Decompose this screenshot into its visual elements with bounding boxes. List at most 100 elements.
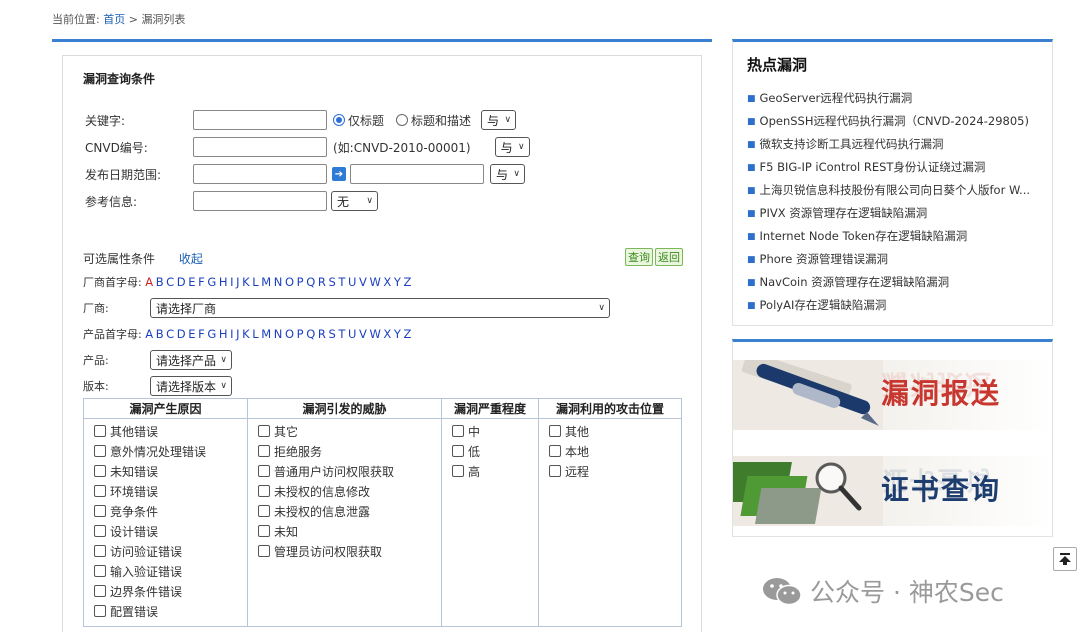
product-select[interactable]: 请选择产品 ∨: [150, 350, 232, 370]
hot-vuln-item[interactable]: ■ F5 BIG-IP iControl REST身份认证绕过漏洞: [747, 156, 1047, 179]
product-letter-m[interactable]: M: [261, 327, 271, 341]
vendor-letter-b[interactable]: B: [156, 275, 164, 289]
vendor-letter-r[interactable]: R: [318, 275, 326, 289]
vendor-letter-g[interactable]: G: [207, 275, 216, 289]
threat-checkbox[interactable]: [258, 485, 270, 497]
vendor-letter-q[interactable]: Q: [306, 275, 315, 289]
cause-option[interactable]: 竞争条件: [94, 501, 247, 521]
hot-vuln-item[interactable]: ■ NavCoin 资源管理存在逻辑缺陷漏洞: [747, 271, 1047, 294]
severity-option[interactable]: 低: [452, 441, 538, 461]
arrow-right-icon[interactable]: ➔: [332, 167, 346, 181]
threat-option[interactable]: 管理员访问权限获取: [258, 541, 441, 561]
cert-banner[interactable]: 证书查询 证书查询: [733, 456, 1052, 526]
cause-checkbox[interactable]: [94, 605, 106, 617]
position-option[interactable]: 本地: [549, 441, 681, 461]
hot-vuln-item[interactable]: ■ 微软支持诊断工具远程代码执行漏洞: [747, 133, 1047, 156]
cause-option[interactable]: 边界条件错误: [94, 581, 247, 601]
hot-vuln-link[interactable]: GeoServer远程代码执行漏洞: [760, 91, 913, 105]
keyword-logic-select[interactable]: 与 ∨: [481, 110, 517, 130]
hot-vuln-item[interactable]: ■ 上海贝锐信息科技股份有限公司向日葵个人版for W...: [747, 179, 1047, 202]
product-letter-r[interactable]: R: [318, 327, 326, 341]
product-letter-z[interactable]: Z: [404, 327, 412, 341]
position-checkbox[interactable]: [549, 445, 561, 457]
position-checkbox[interactable]: [549, 425, 561, 437]
cnvd-input[interactable]: [193, 137, 327, 157]
hot-vuln-link[interactable]: 上海贝锐信息科技股份有限公司向日葵个人版for W...: [760, 183, 1030, 197]
collapse-link[interactable]: 收起: [179, 252, 203, 266]
severity-option[interactable]: 高: [452, 461, 538, 481]
product-letter-x[interactable]: X: [383, 327, 391, 341]
product-letter-v[interactable]: V: [359, 327, 367, 341]
report-banner[interactable]: 漏洞报送 漏洞报送: [733, 360, 1052, 430]
radio-title-desc-dot[interactable]: [396, 114, 409, 126]
product-letter-j[interactable]: J: [236, 327, 239, 341]
vendor-select[interactable]: 请选择厂商 ∨: [150, 298, 610, 318]
cause-option[interactable]: 意外情况处理错误: [94, 441, 247, 461]
vendor-letter-w[interactable]: W: [369, 275, 380, 289]
product-letter-f[interactable]: F: [198, 327, 205, 341]
vendor-letter-a[interactable]: A: [145, 275, 153, 289]
product-letter-w[interactable]: W: [369, 327, 380, 341]
threat-checkbox[interactable]: [258, 425, 270, 437]
vendor-letter-s[interactable]: S: [328, 275, 335, 289]
vendor-letter-k[interactable]: K: [242, 275, 250, 289]
product-letter-s[interactable]: S: [328, 327, 335, 341]
hot-vuln-item[interactable]: ■ GeoServer远程代码执行漏洞: [747, 87, 1047, 110]
vendor-letter-d[interactable]: D: [177, 275, 186, 289]
vendor-letter-j[interactable]: J: [236, 275, 239, 289]
product-letter-y[interactable]: Y: [394, 327, 401, 341]
threat-option[interactable]: 普通用户访问权限获取: [258, 461, 441, 481]
hot-vuln-link[interactable]: PolyAI存在逻辑缺陷漏洞: [760, 298, 887, 312]
product-letter-t[interactable]: T: [338, 327, 345, 341]
severity-checkbox[interactable]: [452, 465, 464, 477]
vendor-letter-p[interactable]: P: [297, 275, 304, 289]
cause-checkbox[interactable]: [94, 565, 106, 577]
product-letter-c[interactable]: C: [166, 327, 174, 341]
breadcrumb-home-link[interactable]: 首页: [103, 13, 125, 26]
ref-select[interactable]: 无 ∨: [331, 191, 378, 211]
threat-option[interactable]: 未知: [258, 521, 441, 541]
threat-checkbox[interactable]: [258, 545, 270, 557]
product-letter-i[interactable]: I: [230, 327, 233, 341]
product-letter-e[interactable]: E: [188, 327, 195, 341]
cause-checkbox[interactable]: [94, 445, 106, 457]
product-letter-d[interactable]: D: [177, 327, 186, 341]
product-letter-u[interactable]: U: [348, 327, 356, 341]
vendor-letter-y[interactable]: Y: [394, 275, 401, 289]
hot-vuln-item[interactable]: ■ Internet Node Token存在逻辑缺陷漏洞: [747, 225, 1047, 248]
threat-checkbox[interactable]: [258, 465, 270, 477]
severity-checkbox[interactable]: [452, 445, 464, 457]
cause-checkbox[interactable]: [94, 465, 106, 477]
threat-option[interactable]: 未授权的信息修改: [258, 481, 441, 501]
hot-vuln-link[interactable]: OpenSSH远程代码执行漏洞（CNVD-2024-29805): [760, 114, 1029, 128]
cause-option[interactable]: 设计错误: [94, 521, 247, 541]
product-letter-k[interactable]: K: [242, 327, 250, 341]
cause-option[interactable]: 其他错误: [94, 421, 247, 441]
cnvd-logic-select[interactable]: 与 ∨: [494, 137, 530, 157]
back-button[interactable]: 返回: [655, 248, 683, 266]
vendor-letter-h[interactable]: H: [219, 275, 228, 289]
threat-option[interactable]: 其它: [258, 421, 441, 441]
date-to-input[interactable]: [350, 164, 484, 184]
search-button[interactable]: 查询: [625, 248, 653, 266]
vendor-letter-n[interactable]: N: [274, 275, 283, 289]
ref-input[interactable]: [193, 191, 327, 211]
radio-title-only-dot[interactable]: [333, 114, 345, 126]
date-logic-select[interactable]: 与 ∨: [490, 164, 525, 184]
date-from-input[interactable]: [193, 164, 327, 184]
hot-vuln-item[interactable]: ■ PIVX 资源管理存在逻辑缺陷漏洞: [747, 202, 1047, 225]
vendor-letter-z[interactable]: Z: [404, 275, 412, 289]
cause-checkbox[interactable]: [94, 545, 106, 557]
product-letter-g[interactable]: G: [207, 327, 216, 341]
cause-option[interactable]: 配置错误: [94, 601, 247, 621]
cause-option[interactable]: 输入验证错误: [94, 561, 247, 581]
cause-checkbox[interactable]: [94, 525, 106, 537]
keyword-input[interactable]: [193, 110, 327, 130]
vendor-letter-e[interactable]: E: [188, 275, 195, 289]
position-option[interactable]: 远程: [549, 461, 681, 481]
cause-option[interactable]: 环境错误: [94, 481, 247, 501]
radio-title-only[interactable]: 仅标题: [333, 112, 384, 129]
product-letter-p[interactable]: P: [297, 327, 304, 341]
version-select[interactable]: 请选择版本 ∨: [150, 376, 232, 396]
product-letter-q[interactable]: Q: [306, 327, 315, 341]
